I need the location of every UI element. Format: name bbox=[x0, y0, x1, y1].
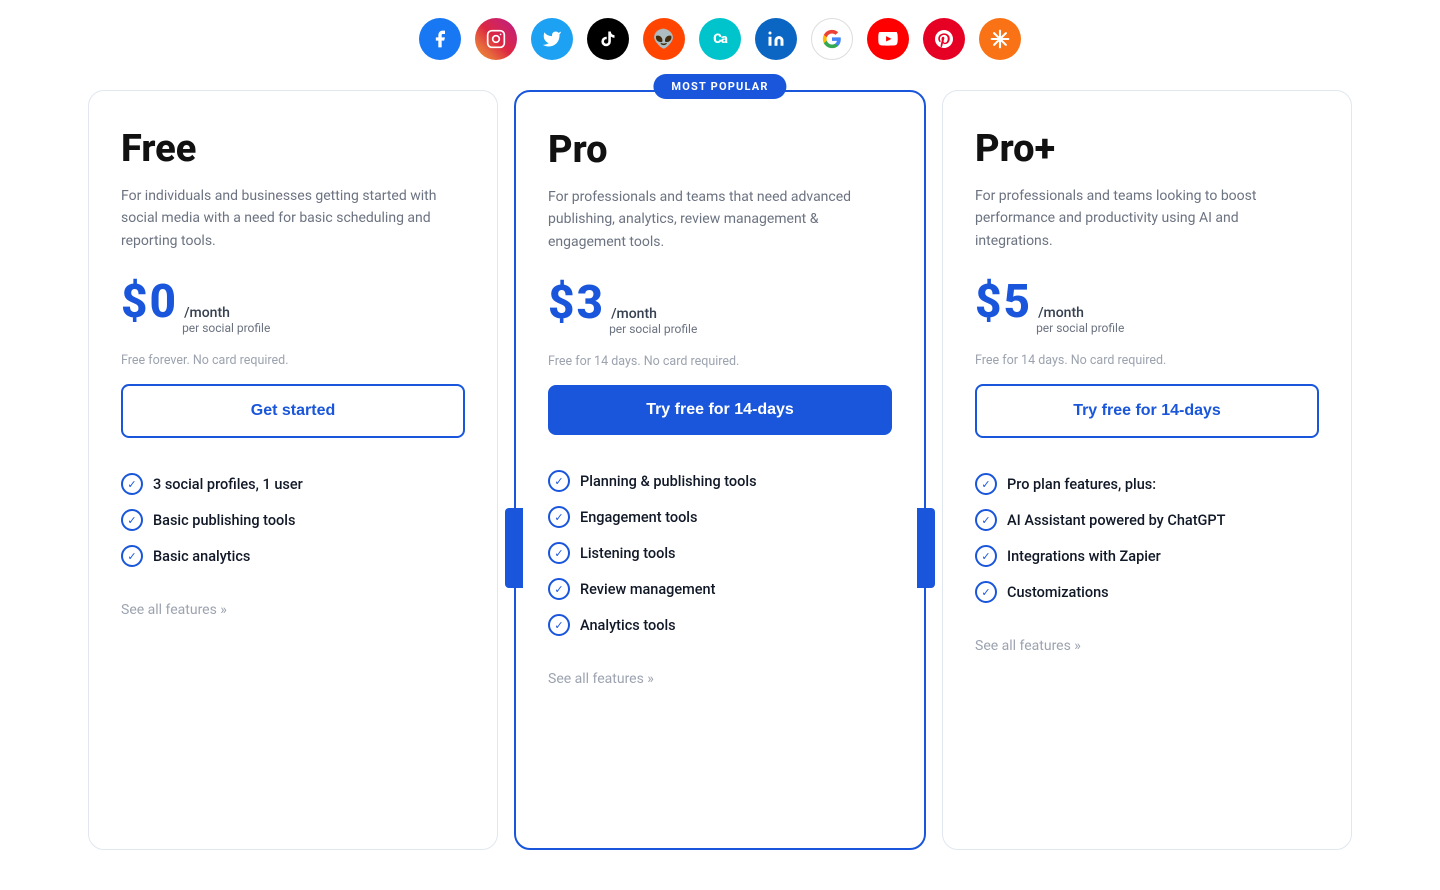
proplus-feature-1: ✓ Pro plan features, plus: bbox=[975, 466, 1319, 502]
pro-plan-name: Pro bbox=[548, 128, 892, 172]
pro-price-sub: per social profile bbox=[609, 322, 697, 336]
proplus-feature-2: ✓ AI Assistant powered by ChatGPT bbox=[975, 502, 1319, 538]
free-price-amount: 0 bbox=[150, 279, 177, 325]
pro-feature-list: ✓ Planning & publishing tools ✓ Engageme… bbox=[548, 463, 892, 643]
proplus-plan-name: Pro+ bbox=[975, 127, 1319, 171]
pro-price-row: $ 3 /month per social profile bbox=[548, 280, 892, 348]
check-icon-1: ✓ bbox=[121, 473, 143, 495]
pro-plan-card: MOST POPULAR Pro For professionals and t… bbox=[514, 90, 926, 850]
twitter-icon[interactable] bbox=[531, 18, 573, 60]
reddit-icon[interactable]: 👽 bbox=[643, 18, 685, 60]
canva-icon[interactable]: Ca bbox=[699, 18, 741, 60]
proplus-cta-button[interactable]: Try free for 14-days bbox=[975, 384, 1319, 438]
free-feature-1: ✓ 3 social profiles, 1 user bbox=[121, 466, 465, 502]
pro-check-icon-5: ✓ bbox=[548, 614, 570, 636]
free-price-period: /month bbox=[184, 305, 270, 321]
pricing-container: Free For individuals and businesses gett… bbox=[40, 90, 1400, 850]
free-price-note: Free forever. No card required. bbox=[121, 353, 465, 368]
proplus-price-amount: 5 bbox=[1004, 279, 1031, 325]
pro-check-icon-4: ✓ bbox=[548, 578, 570, 600]
pro-see-all-features[interactable]: See all features » bbox=[548, 671, 654, 687]
proplus-price-sub: per social profile bbox=[1036, 321, 1124, 335]
free-feature-2: ✓ Basic publishing tools bbox=[121, 502, 465, 538]
proplus-check-icon-4: ✓ bbox=[975, 581, 997, 603]
pro-feature-5: ✓ Analytics tools bbox=[548, 607, 892, 643]
free-plan-description: For individuals and businesses getting s… bbox=[121, 185, 465, 255]
free-cta-button[interactable]: Get started bbox=[121, 384, 465, 438]
pro-price-amount: 3 bbox=[577, 280, 604, 326]
proplus-feature-list: ✓ Pro plan features, plus: ✓ AI Assistan… bbox=[975, 466, 1319, 610]
tiktok-icon[interactable] bbox=[587, 18, 629, 60]
pro-price-period: /month bbox=[611, 306, 697, 322]
most-popular-badge: MOST POPULAR bbox=[653, 74, 786, 99]
proplus-check-icon-3: ✓ bbox=[975, 545, 997, 567]
youtube-icon[interactable] bbox=[867, 18, 909, 60]
proplus-see-all-features[interactable]: See all features » bbox=[975, 638, 1081, 654]
google-icon[interactable] bbox=[811, 18, 853, 60]
pinterest-icon[interactable] bbox=[923, 18, 965, 60]
check-icon-2: ✓ bbox=[121, 509, 143, 531]
free-price-sub: per social profile bbox=[182, 321, 270, 335]
proplus-feature-4: ✓ Customizations bbox=[975, 574, 1319, 610]
free-price-dollar: $ bbox=[121, 279, 148, 325]
pro-plan-description: For professionals and teams that need ad… bbox=[548, 186, 892, 256]
pro-check-icon-1: ✓ bbox=[548, 470, 570, 492]
linkedin-icon[interactable] bbox=[755, 18, 797, 60]
free-plan-name: Free bbox=[121, 127, 465, 171]
proplus-feature-3: ✓ Integrations with Zapier bbox=[975, 538, 1319, 574]
free-price-row: $ 0 /month per social profile bbox=[121, 279, 465, 347]
free-feature-list: ✓ 3 social profiles, 1 user ✓ Basic publ… bbox=[121, 466, 465, 574]
proplus-price-period: /month bbox=[1038, 305, 1124, 321]
pro-feature-1: ✓ Planning & publishing tools bbox=[548, 463, 892, 499]
pro-price-note: Free for 14 days. No card required. bbox=[548, 354, 892, 369]
pro-feature-4: ✓ Review management bbox=[548, 571, 892, 607]
instagram-icon[interactable] bbox=[475, 18, 517, 60]
facebook-icon[interactable] bbox=[419, 18, 461, 60]
proplus-price-dollar: $ bbox=[975, 279, 1002, 325]
pro-check-icon-3: ✓ bbox=[548, 542, 570, 564]
proplus-price-note: Free for 14 days. No card required. bbox=[975, 353, 1319, 368]
proplus-check-icon-1: ✓ bbox=[975, 473, 997, 495]
free-see-all-features[interactable]: See all features » bbox=[121, 602, 227, 618]
pro-check-icon-2: ✓ bbox=[548, 506, 570, 528]
free-plan-card: Free For individuals and businesses gett… bbox=[88, 90, 498, 850]
proplus-plan-card: Pro+ For professionals and teams looking… bbox=[942, 90, 1352, 850]
proplus-price-row: $ 5 /month per social profile bbox=[975, 279, 1319, 347]
pro-price-dollar: $ bbox=[548, 280, 575, 326]
pro-feature-2: ✓ Engagement tools bbox=[548, 499, 892, 535]
asterisk-icon[interactable] bbox=[979, 18, 1021, 60]
check-icon-3: ✓ bbox=[121, 545, 143, 567]
proplus-check-icon-2: ✓ bbox=[975, 509, 997, 531]
pro-cta-button[interactable]: Try free for 14-days bbox=[548, 385, 892, 435]
free-feature-3: ✓ Basic analytics bbox=[121, 538, 465, 574]
pro-feature-3: ✓ Listening tools bbox=[548, 535, 892, 571]
proplus-plan-description: For professionals and teams looking to b… bbox=[975, 185, 1319, 255]
